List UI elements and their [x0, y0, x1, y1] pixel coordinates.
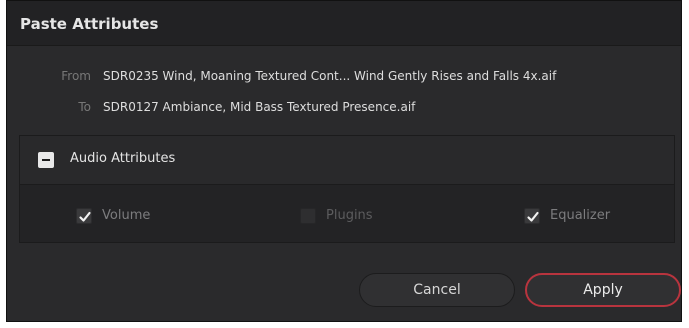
plugins-label: Plugins: [326, 208, 373, 223]
volume-checkbox[interactable]: [76, 208, 92, 224]
from-label: From: [61, 69, 91, 83]
from-value: SDR0235 Wind, Moaning Textured Cont... W…: [103, 69, 557, 83]
to-value: SDR0127 Ambiance, Mid Bass Textured Pres…: [103, 100, 416, 114]
equalizer-checkbox[interactable]: [524, 208, 540, 224]
paste-attributes-dialog: Paste Attributes From SDR0235 Wind, Moan…: [6, 0, 682, 322]
volume-label: Volume: [102, 208, 151, 223]
dialog-titlebar: Paste Attributes: [7, 1, 681, 46]
apply-button[interactable]: Apply: [525, 273, 681, 307]
dialog-title: Paste Attributes: [20, 15, 159, 33]
to-row: To SDR0127 Ambiance, Mid Bass Textured P…: [7, 98, 681, 118]
audio-attributes-group: Audio Attributes Volume Plugins Equalize…: [19, 135, 675, 243]
collapse-icon[interactable]: [38, 152, 54, 168]
plugins-checkbox: [300, 208, 316, 224]
cancel-button[interactable]: Cancel: [359, 273, 515, 307]
from-row: From SDR0235 Wind, Moaning Textured Cont…: [7, 67, 681, 87]
equalizer-label: Equalizer: [550, 208, 611, 223]
audio-attributes-title: Audio Attributes: [70, 151, 176, 166]
checkmark-icon: [527, 211, 539, 222]
to-label: To: [78, 100, 91, 114]
checkmark-icon: [79, 211, 91, 222]
audio-attributes-header[interactable]: Audio Attributes: [20, 136, 674, 185]
